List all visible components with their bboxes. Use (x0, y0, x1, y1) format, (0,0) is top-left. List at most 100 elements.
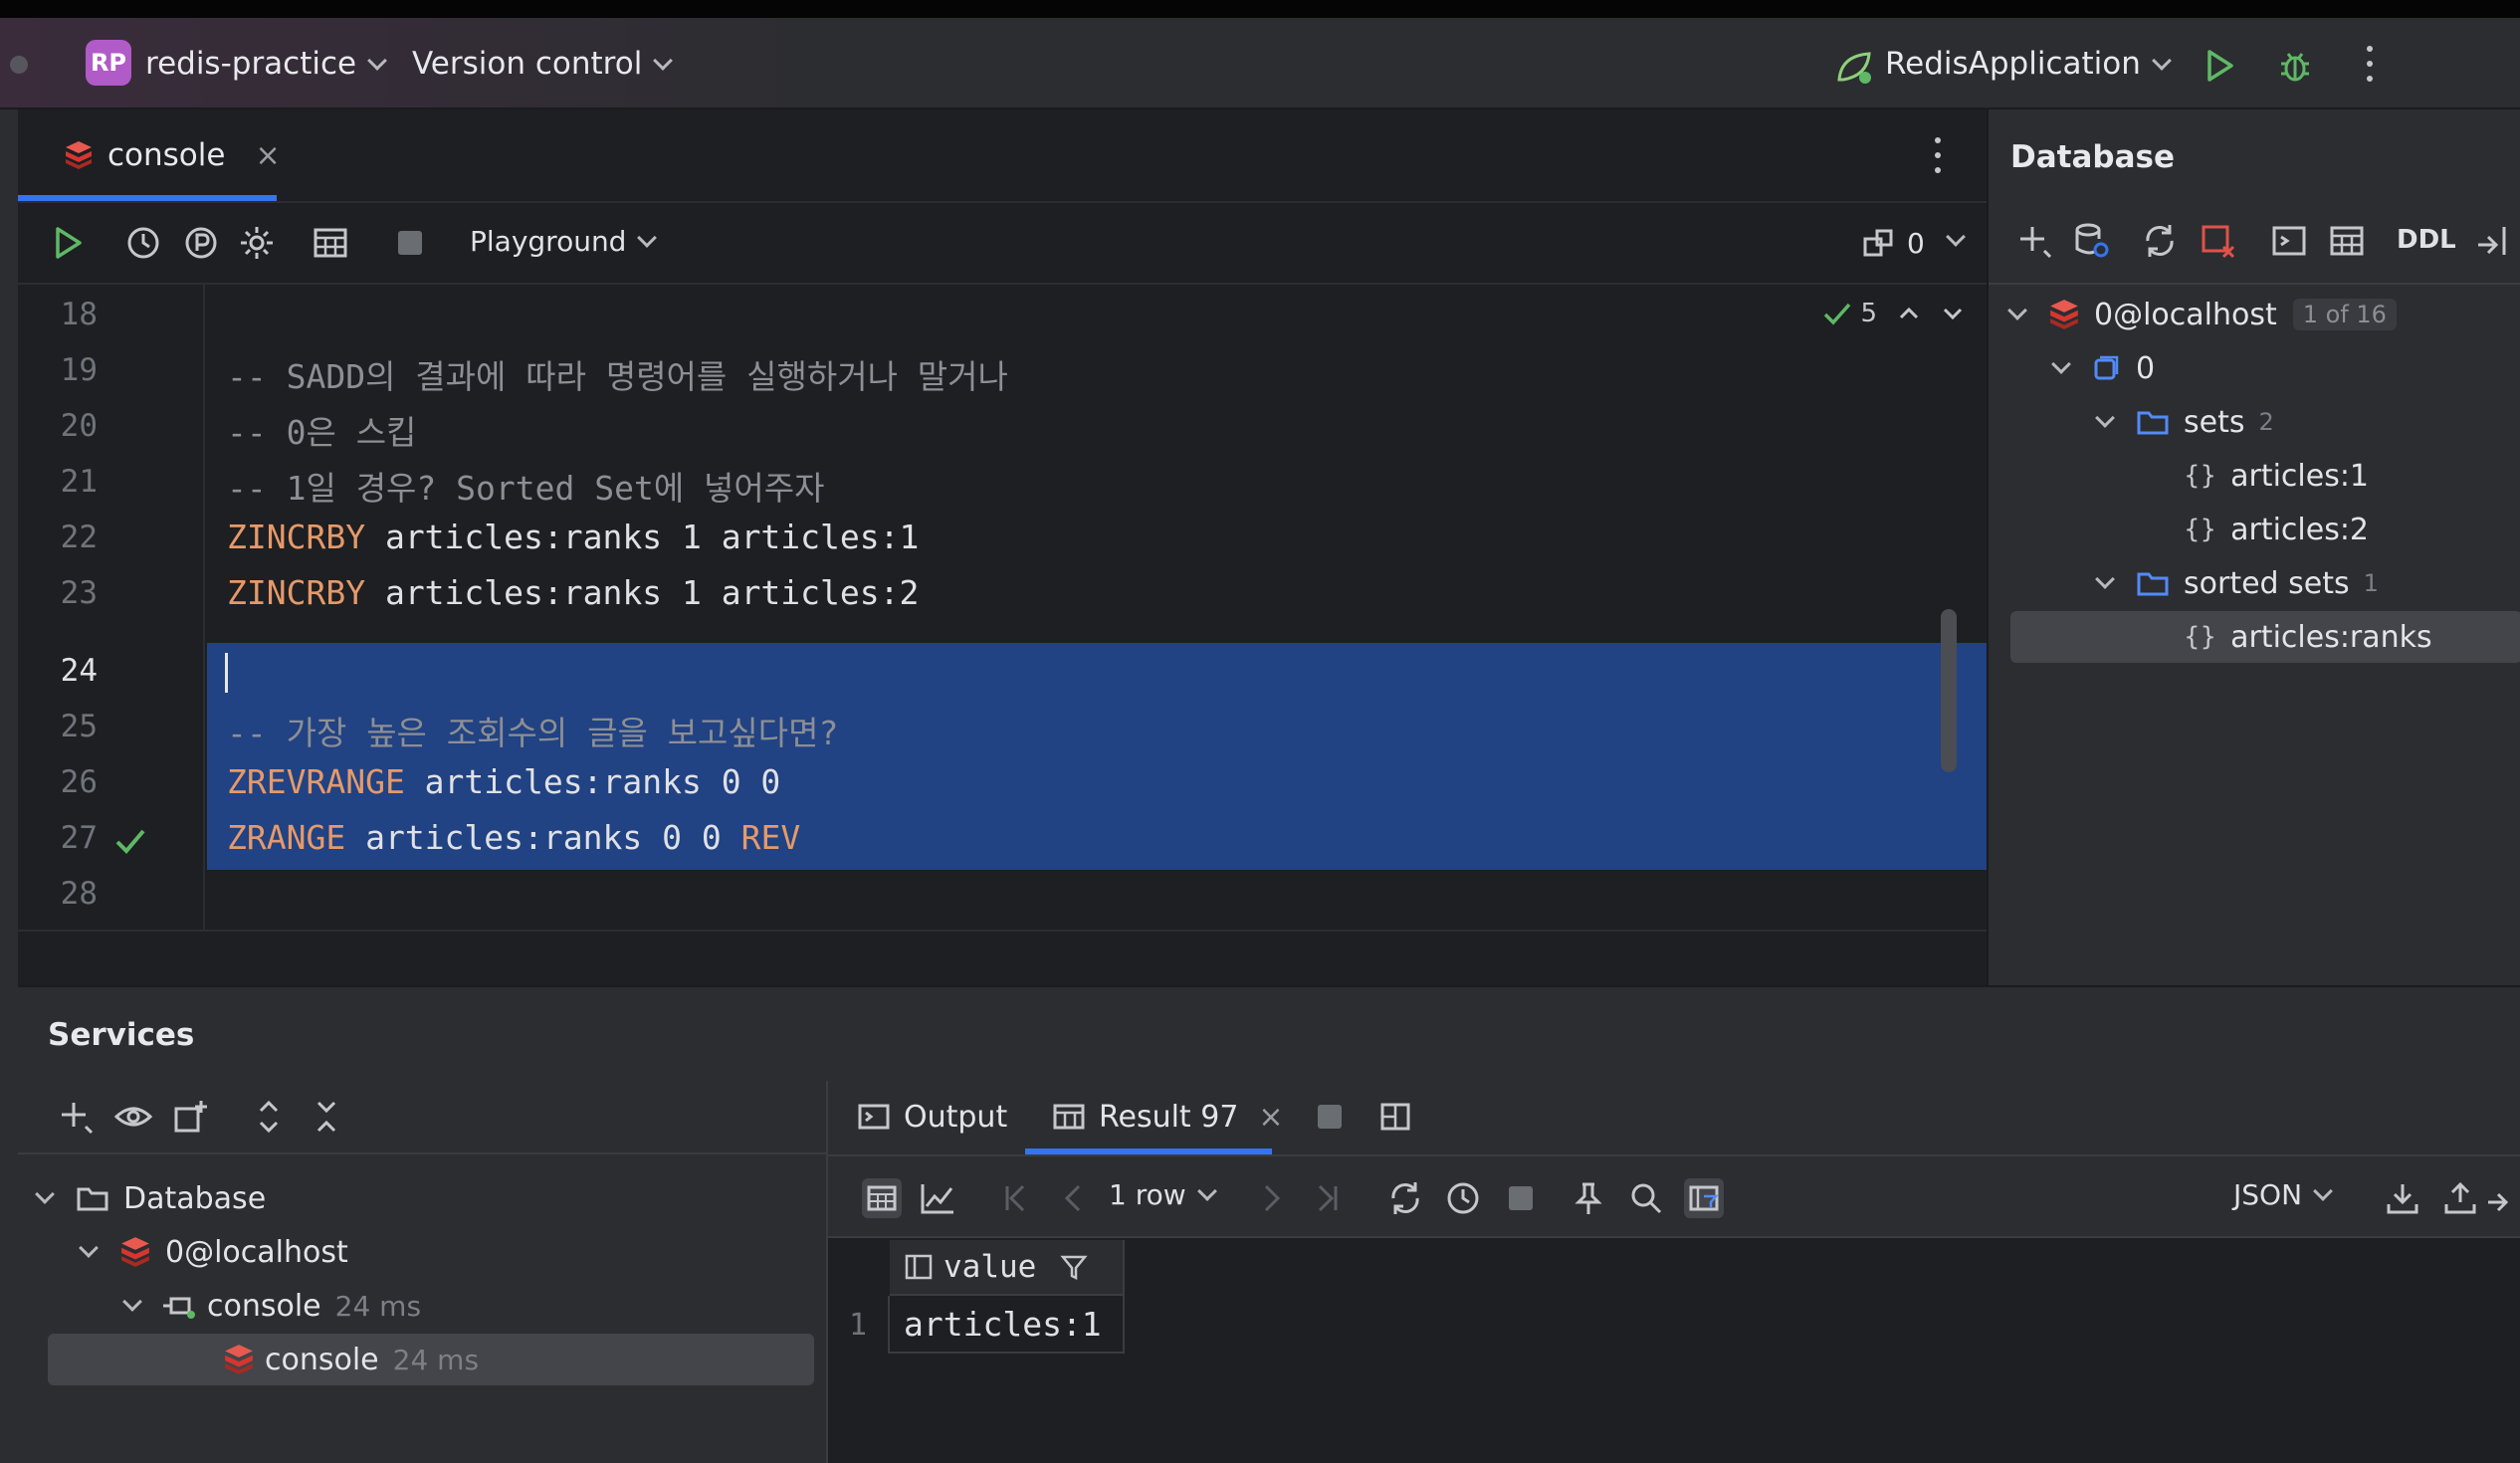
new-group-icon[interactable] (171, 1097, 211, 1137)
run-icon[interactable] (2200, 46, 2239, 86)
tree-item-sorted-sets[interactable]: sorted sets 1 (1989, 557, 2520, 609)
table-icon (1053, 1104, 1085, 1130)
gear-icon[interactable] (237, 223, 277, 263)
tree-item-articles-1[interactable]: {} articles:1 (1989, 450, 2520, 502)
chevron-down-icon (367, 51, 388, 71)
inspection-count: 5 (1860, 299, 1877, 328)
column-icon (905, 1254, 933, 1280)
results-tab-bar: Output Result 97 × (828, 1081, 2520, 1154)
close-icon[interactable]: × (1258, 1100, 1283, 1135)
tree-item-articles-2[interactable]: {} articles:2 (1989, 504, 2520, 555)
chevron-up-icon[interactable] (1897, 304, 1921, 323)
chevron-down-icon (2313, 1181, 2333, 1201)
chevron-down-icon (2007, 301, 2027, 320)
line-number: 27 (60, 820, 98, 856)
eye-icon[interactable] (113, 1097, 153, 1137)
folder-icon (2137, 572, 2169, 596)
tree-item-db[interactable]: 0 (1989, 342, 2520, 394)
debug-icon[interactable] (2275, 46, 2315, 86)
add-icon[interactable] (2014, 221, 2054, 261)
database-panel: Database DDL 0@localhost 1 of 16 0 sets … (1987, 109, 2520, 985)
window-control-dot[interactable] (10, 56, 28, 74)
stop-icon[interactable] (390, 223, 430, 263)
export-icon[interactable] (2383, 1178, 2422, 1218)
format-selector[interactable]: JSON (2233, 1178, 2333, 1211)
line-number: 25 (60, 709, 98, 744)
session-selector[interactable]: 0 (1861, 225, 1966, 261)
grid-cell[interactable]: articles:1 (890, 1296, 1125, 1354)
spring-run-config-icon (1837, 52, 1871, 84)
search-icon[interactable] (1626, 1178, 1666, 1218)
editor-scrollbar[interactable] (1941, 609, 1957, 772)
project-name: redis-practice (145, 46, 357, 82)
console-icon[interactable] (2269, 221, 2309, 261)
sets-count: 2 (2258, 408, 2274, 436)
sorted-sets-count: 1 (2363, 569, 2379, 597)
tab-console[interactable]: console × (48, 109, 295, 201)
pin-icon[interactable] (1569, 1178, 1608, 1218)
services-item-console[interactable]: console 24 ms (48, 1334, 814, 1385)
layout-icon[interactable] (1379, 1101, 1411, 1133)
line-number: 24 (60, 653, 98, 689)
vcs-menu[interactable]: Version control (412, 46, 674, 82)
add-icon[interactable] (56, 1097, 96, 1137)
jump-to-icon[interactable] (2482, 1178, 2520, 1218)
table-icon[interactable] (2327, 221, 2367, 261)
project-badge[interactable]: RP (86, 40, 131, 86)
tree-item-sets[interactable]: sets 2 (1989, 396, 2520, 448)
session-icon (1863, 229, 1893, 257)
rows-selector[interactable]: 1 row (1109, 1178, 1217, 1211)
history-icon[interactable] (1443, 1178, 1483, 1218)
table-view-icon[interactable] (311, 223, 350, 263)
history-icon[interactable] (123, 223, 163, 263)
filter-icon[interactable] (1060, 1253, 1088, 1281)
services-title: Services (48, 1017, 195, 1053)
refresh-icon[interactable] (2140, 221, 2180, 261)
code-lines: -- SADD의 결과에 따라 명령어를 실행하거나 말거나 -- 0은 스킵 … (207, 285, 1987, 930)
line-number: 26 (60, 764, 98, 800)
line-number: 28 (60, 876, 98, 912)
code-line: ZRANGE articles:ranks 0 0 REV (227, 818, 801, 857)
more-options-icon[interactable] (2367, 46, 2375, 82)
ddl-button[interactable]: DDL (2397, 225, 2456, 255)
inspection-widget[interactable]: 5 (1822, 299, 1965, 328)
execute-icon[interactable] (48, 223, 88, 263)
db-count-badge[interactable]: 1 of 16 (2292, 299, 2397, 330)
run-config-selector[interactable]: RedisApplication (1885, 46, 2172, 82)
import-icon[interactable] (2440, 1178, 2480, 1218)
tab-output[interactable]: Output (858, 1097, 1007, 1137)
line-number: 18 (60, 297, 98, 332)
services-item-host[interactable]: 0@localhost (79, 1226, 348, 1278)
tab-result[interactable]: Result 97 × (1053, 1097, 1284, 1137)
cancel-query-icon[interactable] (1501, 1178, 1541, 1218)
services-item-database[interactable]: Database (35, 1172, 266, 1224)
table-view-icon[interactable] (862, 1178, 902, 1218)
close-icon[interactable]: × (255, 138, 280, 173)
sorted-set-key-icon: {} (2184, 622, 2217, 652)
jump-to-icon[interactable] (2472, 221, 2512, 261)
explain-plan-icon[interactable] (181, 223, 221, 263)
code-editor[interactable]: 18 19 20 21 22 23 24 25 26 27 28 -- SADD… (18, 285, 1987, 930)
expand-all-icon[interactable] (249, 1097, 289, 1137)
services-panel: Services Database 0@localhost console 24… (18, 985, 2520, 1463)
refresh-icon[interactable] (1385, 1178, 1425, 1218)
tree-item-host[interactable]: 0@localhost 1 of 16 (1989, 289, 2520, 340)
chart-icon[interactable] (918, 1178, 957, 1218)
tree-item-articles-ranks[interactable]: {} articles:ranks (2010, 611, 2520, 663)
stop-icon[interactable] (1314, 1101, 1346, 1133)
data-source-properties-icon[interactable] (2072, 221, 2112, 261)
results-panel: Output Result 97 × 1 row JSON value 1 ar… (826, 1081, 2520, 1463)
column-header-value[interactable]: value (890, 1240, 1125, 1296)
key-label: articles:2 (2230, 512, 2370, 547)
chevron-down-icon (122, 1292, 142, 1312)
services-item-session[interactable]: console 24 ms (122, 1280, 421, 1332)
filter-view-icon[interactable] (1684, 1178, 1724, 1218)
disconnect-icon[interactable] (2198, 221, 2237, 261)
collapse-all-icon[interactable] (307, 1097, 346, 1137)
chevron-down-icon[interactable] (1941, 304, 1965, 323)
key-label: articles:ranks (2230, 619, 2432, 655)
editor-more-icon[interactable] (1935, 137, 1943, 173)
ide-window: RP redis-practice Version control RedisA… (0, 0, 2520, 1463)
playground-selector[interactable]: Playground (470, 225, 658, 258)
project-switcher[interactable]: redis-practice (145, 46, 388, 82)
